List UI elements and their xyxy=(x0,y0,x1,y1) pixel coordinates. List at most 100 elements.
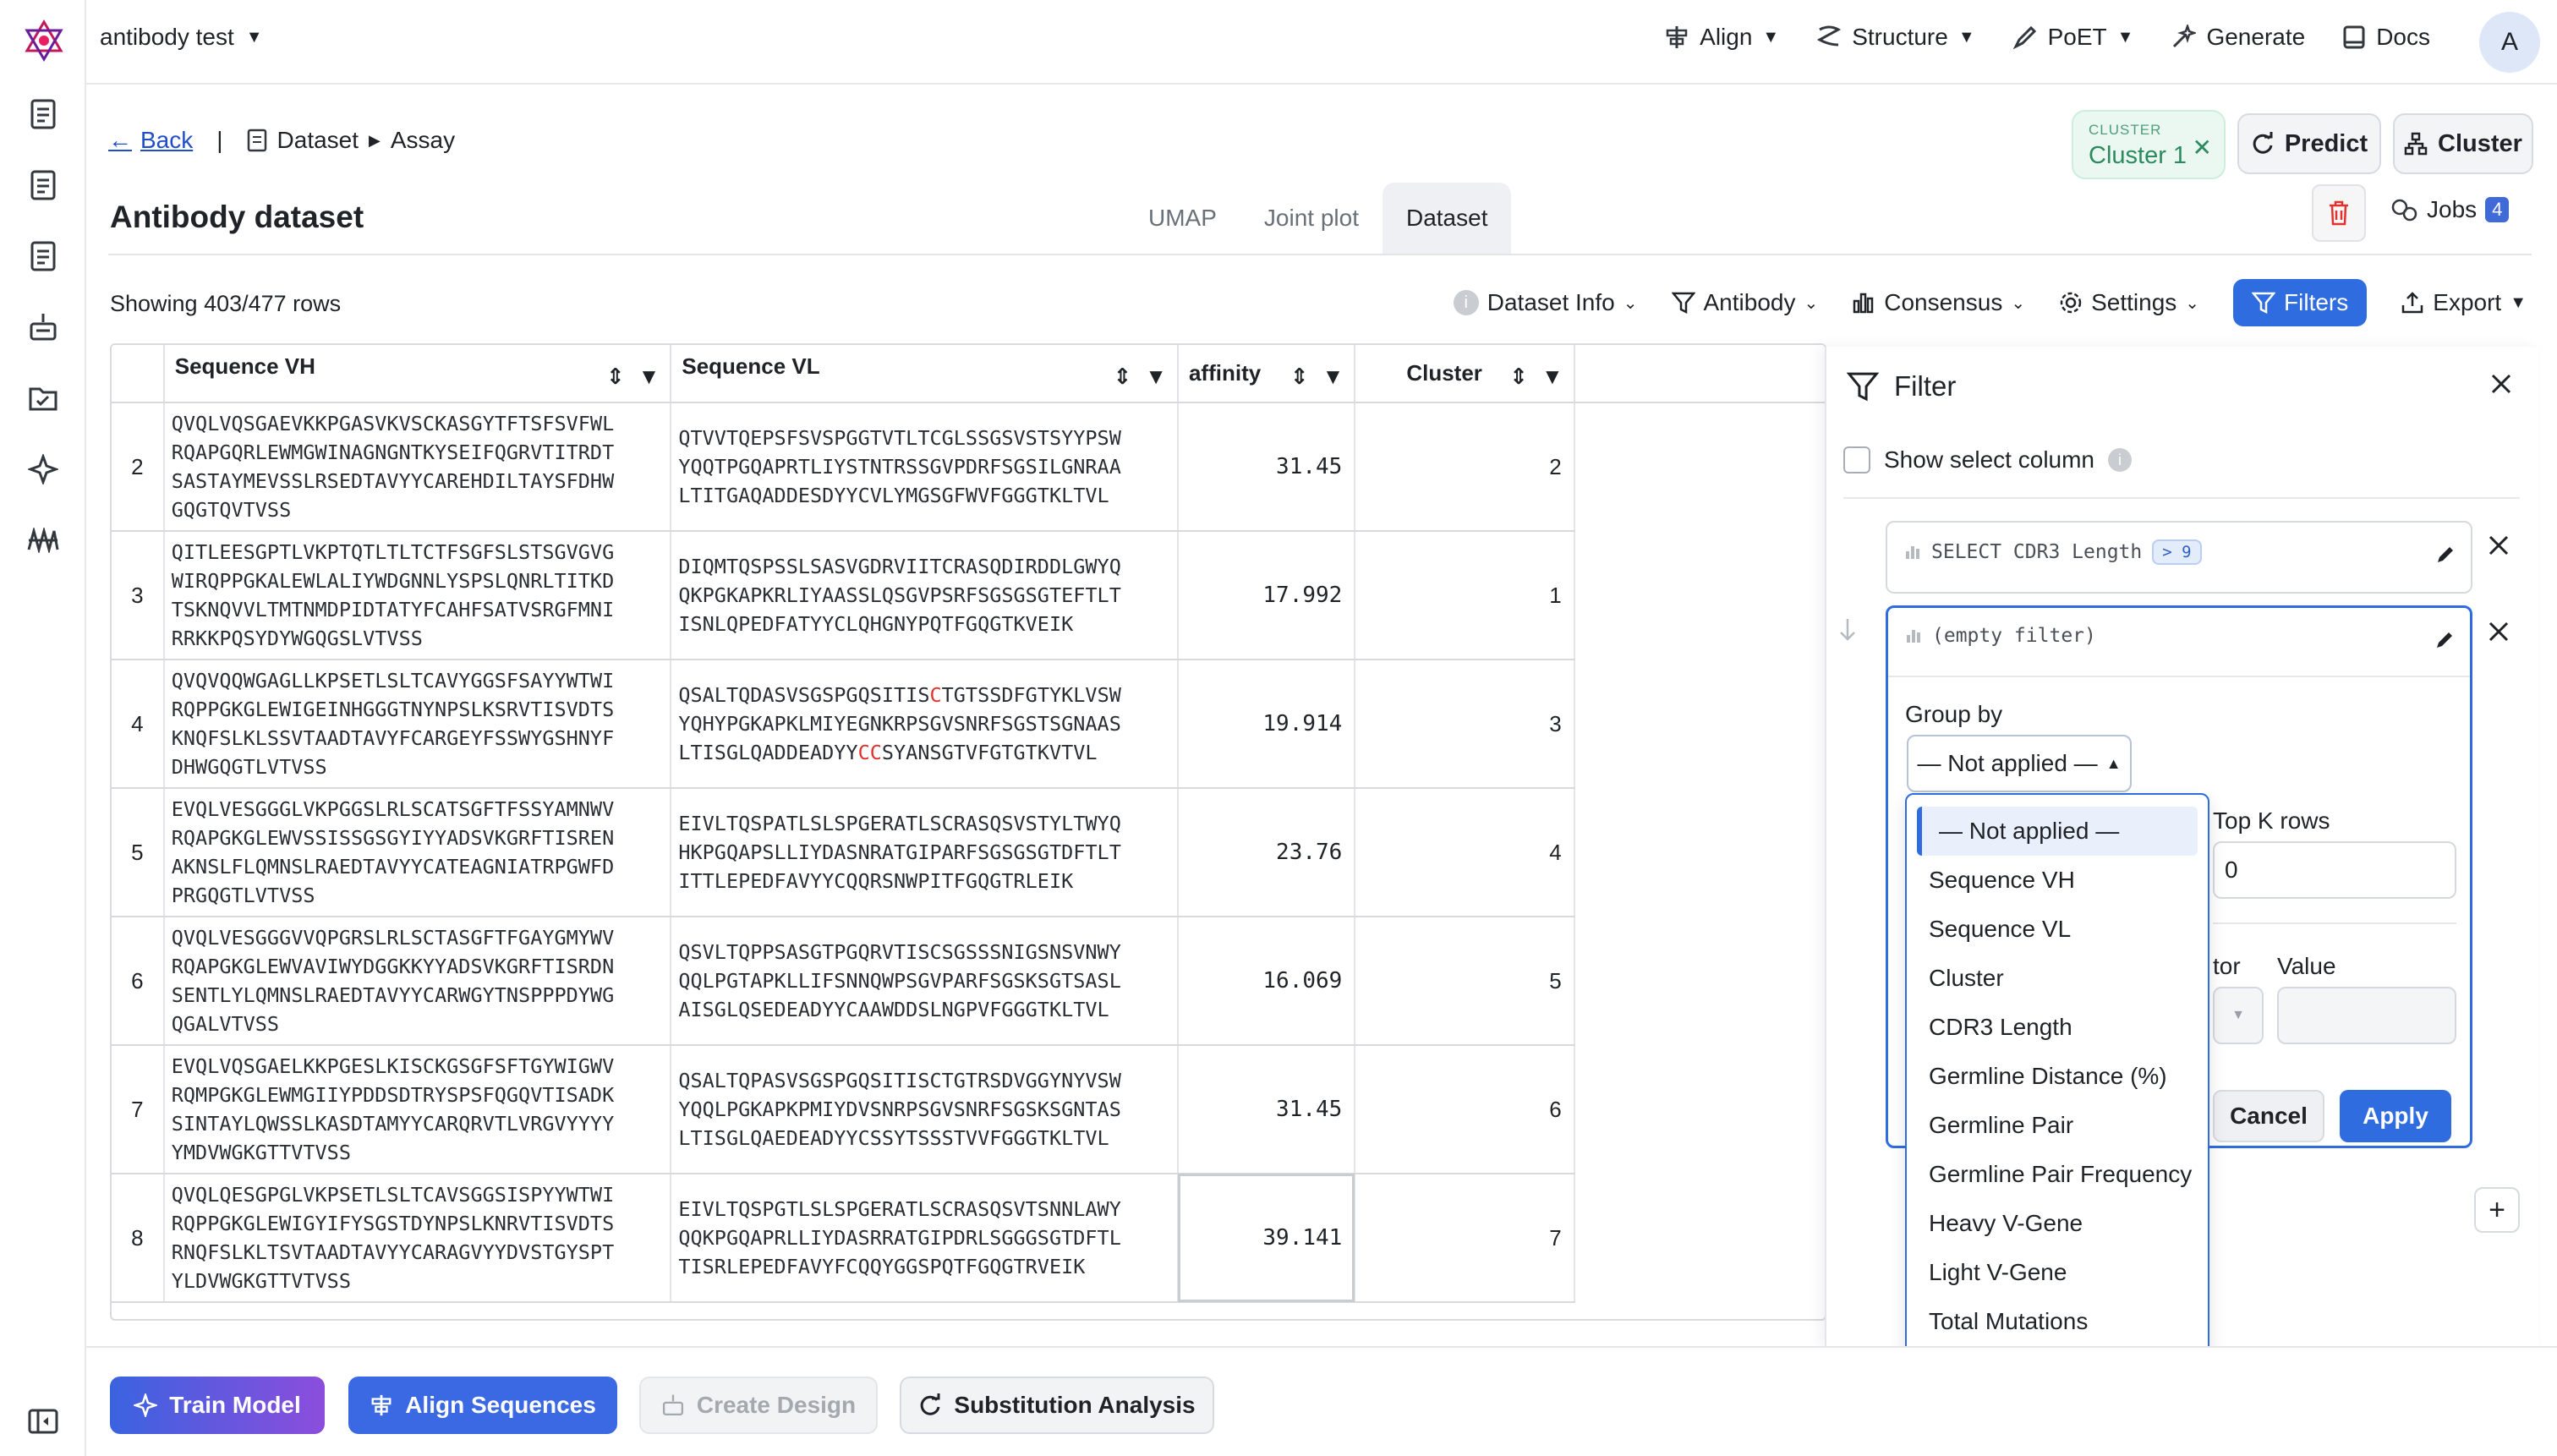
sequence-vh-cell[interactable]: EVQLVQSGAELKKPGESLKISCKGSGFSFTGYWIGWV RQM… xyxy=(163,1045,672,1174)
breadcrumb-dataset[interactable]: Dataset xyxy=(277,127,359,154)
sequence-vh-cell[interactable]: QVQLVESGGGVVQPGRSLRLSCTASGFTFGAYGMYWV RQA… xyxy=(163,917,672,1046)
filter-icon[interactable]: ▼ xyxy=(1322,364,1344,390)
sequence-vl-cell[interactable]: EIVLTQSPGTLSLSPGERATLSCRASQSVTSNNLAWY QQK… xyxy=(671,1174,1179,1303)
sort-icon[interactable]: ⇕ xyxy=(1113,364,1131,390)
sequence-vl-cell[interactable]: QSVLTQPPSASGTPGQRVTISCSGSSSNIGSNSVNWY QQL… xyxy=(671,917,1179,1046)
cluster-cell[interactable]: 4 xyxy=(1355,788,1575,917)
table-row[interactable]: 3 QITLEESGPTLVKPTQTLTLTCTFSGFSLSTSGVGVG WI… xyxy=(112,531,1825,660)
dropdown-option[interactable]: Cluster xyxy=(1907,954,2208,1003)
tab-umap[interactable]: UMAP xyxy=(1125,183,1240,254)
add-filter-button[interactable]: + xyxy=(2474,1187,2520,1233)
rail-notes-icon[interactable] xyxy=(24,237,63,276)
cluster-cell[interactable]: 1 xyxy=(1355,531,1575,660)
affinity-cell[interactable]: 17.992 xyxy=(1177,531,1356,660)
project-selector[interactable]: antibody test ▼ xyxy=(100,24,263,51)
dropdown-option[interactable]: Heavy V-Gene xyxy=(1907,1199,2208,1248)
affinity-cell[interactable]: 31.45 xyxy=(1177,1045,1356,1174)
pencil-icon[interactable] xyxy=(2434,630,2455,650)
filter-icon[interactable]: ▼ xyxy=(1145,364,1167,390)
rail-document-icon[interactable] xyxy=(24,95,63,134)
sequence-vl-cell[interactable]: DIQMTQSPSSLSASVGDRVIITCRASQDIRDDLGWYQ QKP… xyxy=(671,531,1179,660)
settings-menu[interactable]: Settings ⌄ xyxy=(2059,289,2199,316)
cancel-button[interactable]: Cancel xyxy=(2213,1090,2324,1142)
delete-button[interactable] xyxy=(2312,184,2366,242)
dropdown-option[interactable]: Sequence VL xyxy=(1907,905,2208,954)
tab-joint-plot[interactable]: Joint plot xyxy=(1240,183,1383,254)
sort-icon[interactable]: ⇕ xyxy=(1509,364,1528,390)
close-icon[interactable]: ✕ xyxy=(2193,134,2212,161)
rail-file-icon[interactable] xyxy=(24,166,63,205)
dropdown-option[interactable]: Germline Pair Frequency xyxy=(1907,1150,2208,1199)
affinity-cell[interactable]: 31.45 xyxy=(1177,402,1356,532)
remove-filter-icon[interactable] xyxy=(2488,534,2510,556)
cluster-cell[interactable]: 6 xyxy=(1355,1045,1575,1174)
sequence-vh-cell[interactable]: QVQLQESGPGLVKPSETLSLTCAVSGGSISPYYWTWI RQP… xyxy=(163,1174,672,1303)
show-select-column-checkbox[interactable]: Show select column i xyxy=(1843,446,2133,473)
sequence-vh-cell[interactable]: QITLEESGPTLVKPTQTLTLTCTFSGFSLSTSGVGVG WIR… xyxy=(163,531,672,660)
dropdown-option[interactable]: CDR3 Length xyxy=(1907,1003,2208,1052)
filter-icon[interactable]: ▼ xyxy=(1541,364,1563,390)
dropdown-option[interactable]: Sequence VH xyxy=(1907,856,2208,905)
nav-generate[interactable]: Generate xyxy=(2171,24,2305,51)
column-header-sequence-vl[interactable]: Sequence VL ⇕ ▼ xyxy=(671,345,1179,403)
substitution-analysis-button[interactable]: Substitution Analysis xyxy=(900,1377,1214,1434)
predict-button[interactable]: Predict xyxy=(2237,113,2381,174)
filters-button[interactable]: Filters xyxy=(2233,279,2368,326)
nav-align[interactable]: Align ▼ xyxy=(1664,24,1779,51)
rail-design-icon[interactable] xyxy=(24,308,63,347)
sequence-vh-cell[interactable]: EVQLVESGGGLVKPGGSLRLSCATSGFTFSSYAMNWV RQA… xyxy=(163,788,672,917)
dropdown-option[interactable]: Total Mutations xyxy=(1907,1297,2208,1346)
jobs-button[interactable]: Jobs 4 xyxy=(2390,196,2510,223)
back-link[interactable]: ← Back xyxy=(108,127,193,154)
column-header-cluster[interactable]: Cluster ⇕ ▼ xyxy=(1355,345,1575,403)
cluster-cell[interactable]: 2 xyxy=(1355,402,1575,532)
sequence-vl-cell[interactable]: QTVVTQEPSFSVSPGGTVTLTCGLSSGSVSTSYYPSW YQQ… xyxy=(671,402,1179,532)
sequence-vl-cell[interactable]: QSALTQDASVSGSPGQSITISCTGTSSDFGTYKLVSW YQH… xyxy=(671,660,1179,789)
sort-icon[interactable]: ⇕ xyxy=(1290,364,1309,390)
affinity-cell[interactable]: 39.141 xyxy=(1177,1174,1356,1303)
tab-dataset[interactable]: Dataset xyxy=(1382,183,1512,254)
antibody-menu[interactable]: Antibody ⌄ xyxy=(1671,289,1818,316)
cluster-cell[interactable]: 3 xyxy=(1355,660,1575,789)
rail-wave-icon[interactable] xyxy=(24,521,63,560)
table-row[interactable]: 8 QVQLQESGPGLVKPSETLSLTCAVSGGSISPYYWTWI RQ… xyxy=(112,1174,1825,1303)
group-by-select[interactable]: — Not applied — ▲ xyxy=(1907,735,2132,792)
dropdown-option[interactable]: Germline Pair xyxy=(1907,1101,2208,1150)
export-menu[interactable]: Export ▼ xyxy=(2401,289,2527,316)
sequence-vh-cell[interactable]: QVQLVQSGAEVKKPGASVKVSCKASGYTFTSFSVFWL RQA… xyxy=(163,402,672,532)
top-k-input[interactable]: 0 xyxy=(2213,841,2456,899)
affinity-cell[interactable]: 19.914 xyxy=(1177,660,1356,789)
cluster-filter-chip[interactable]: CLUSTER Cluster 1 ✕ xyxy=(2072,110,2226,179)
operator-select[interactable]: ▼ xyxy=(2213,987,2264,1044)
dropdown-option[interactable]: Germline Distance (%) xyxy=(1907,1052,2208,1101)
sequence-vl-cell[interactable]: QSALTQPASVSGSPGQSITISCTGTRSDVGGYNYVSW YQQ… xyxy=(671,1045,1179,1174)
dataset-info-menu[interactable]: i Dataset Info ⌄ xyxy=(1453,289,1638,316)
dropdown-option[interactable]: Light V-Gene xyxy=(1907,1248,2208,1297)
checkbox[interactable] xyxy=(1843,446,1870,473)
table-row[interactable]: 4 QVQVQQWGAGLLKPSETLSLTCAVYGGSFSAYYWTWI RQ… xyxy=(112,660,1825,789)
create-design-button[interactable]: Create Design xyxy=(639,1377,878,1434)
train-model-button[interactable]: Train Model xyxy=(110,1377,325,1434)
table-row[interactable]: 2 QVQLVQSGAEVKKPGASVKVSCKASGYTFTSFSVFWL RQ… xyxy=(112,402,1825,532)
dropdown-option[interactable]: — Not applied — xyxy=(1917,807,2198,856)
consensus-menu[interactable]: Consensus ⌄ xyxy=(1852,289,2025,316)
affinity-cell[interactable]: 23.76 xyxy=(1177,788,1356,917)
value-input[interactable] xyxy=(2277,987,2456,1044)
pencil-icon[interactable] xyxy=(2435,545,2456,565)
align-sequences-button[interactable]: Align Sequences xyxy=(348,1377,617,1434)
rail-folder-icon[interactable] xyxy=(24,379,63,418)
cluster-button[interactable]: Cluster xyxy=(2393,113,2533,174)
app-logo-icon[interactable] xyxy=(20,17,68,64)
nav-poet[interactable]: PoET ▼ xyxy=(2012,24,2133,51)
cluster-cell[interactable]: 7 xyxy=(1355,1174,1575,1303)
avatar[interactable]: A xyxy=(2479,12,2540,73)
table-row[interactable]: 5 EVQLVESGGGLVKPGGSLRLSCATSGFTFSSYAMNWV RQ… xyxy=(112,788,1825,917)
column-header-sequence-vh[interactable]: Sequence VH ⇕ ▼ xyxy=(163,345,672,403)
affinity-cell[interactable]: 16.069 xyxy=(1177,917,1356,1046)
filter-card-cdr3[interactable]: SELECT CDR3 Length > 9 xyxy=(1886,521,2472,594)
table-row[interactable]: 6 QVQLVESGGGVVQPGRSLRLSCTASGFTFGAYGMYWV RQ… xyxy=(112,917,1825,1046)
sequence-vl-cell[interactable]: EIVLTQSPATLSLSPGERATLSCRASQSVSTYLTWYQ HKP… xyxy=(671,788,1179,917)
filter-icon[interactable]: ▼ xyxy=(638,364,660,390)
nav-structure[interactable]: Structure ▼ xyxy=(1816,24,1975,51)
sidebar-toggle-icon[interactable] xyxy=(24,1402,63,1441)
